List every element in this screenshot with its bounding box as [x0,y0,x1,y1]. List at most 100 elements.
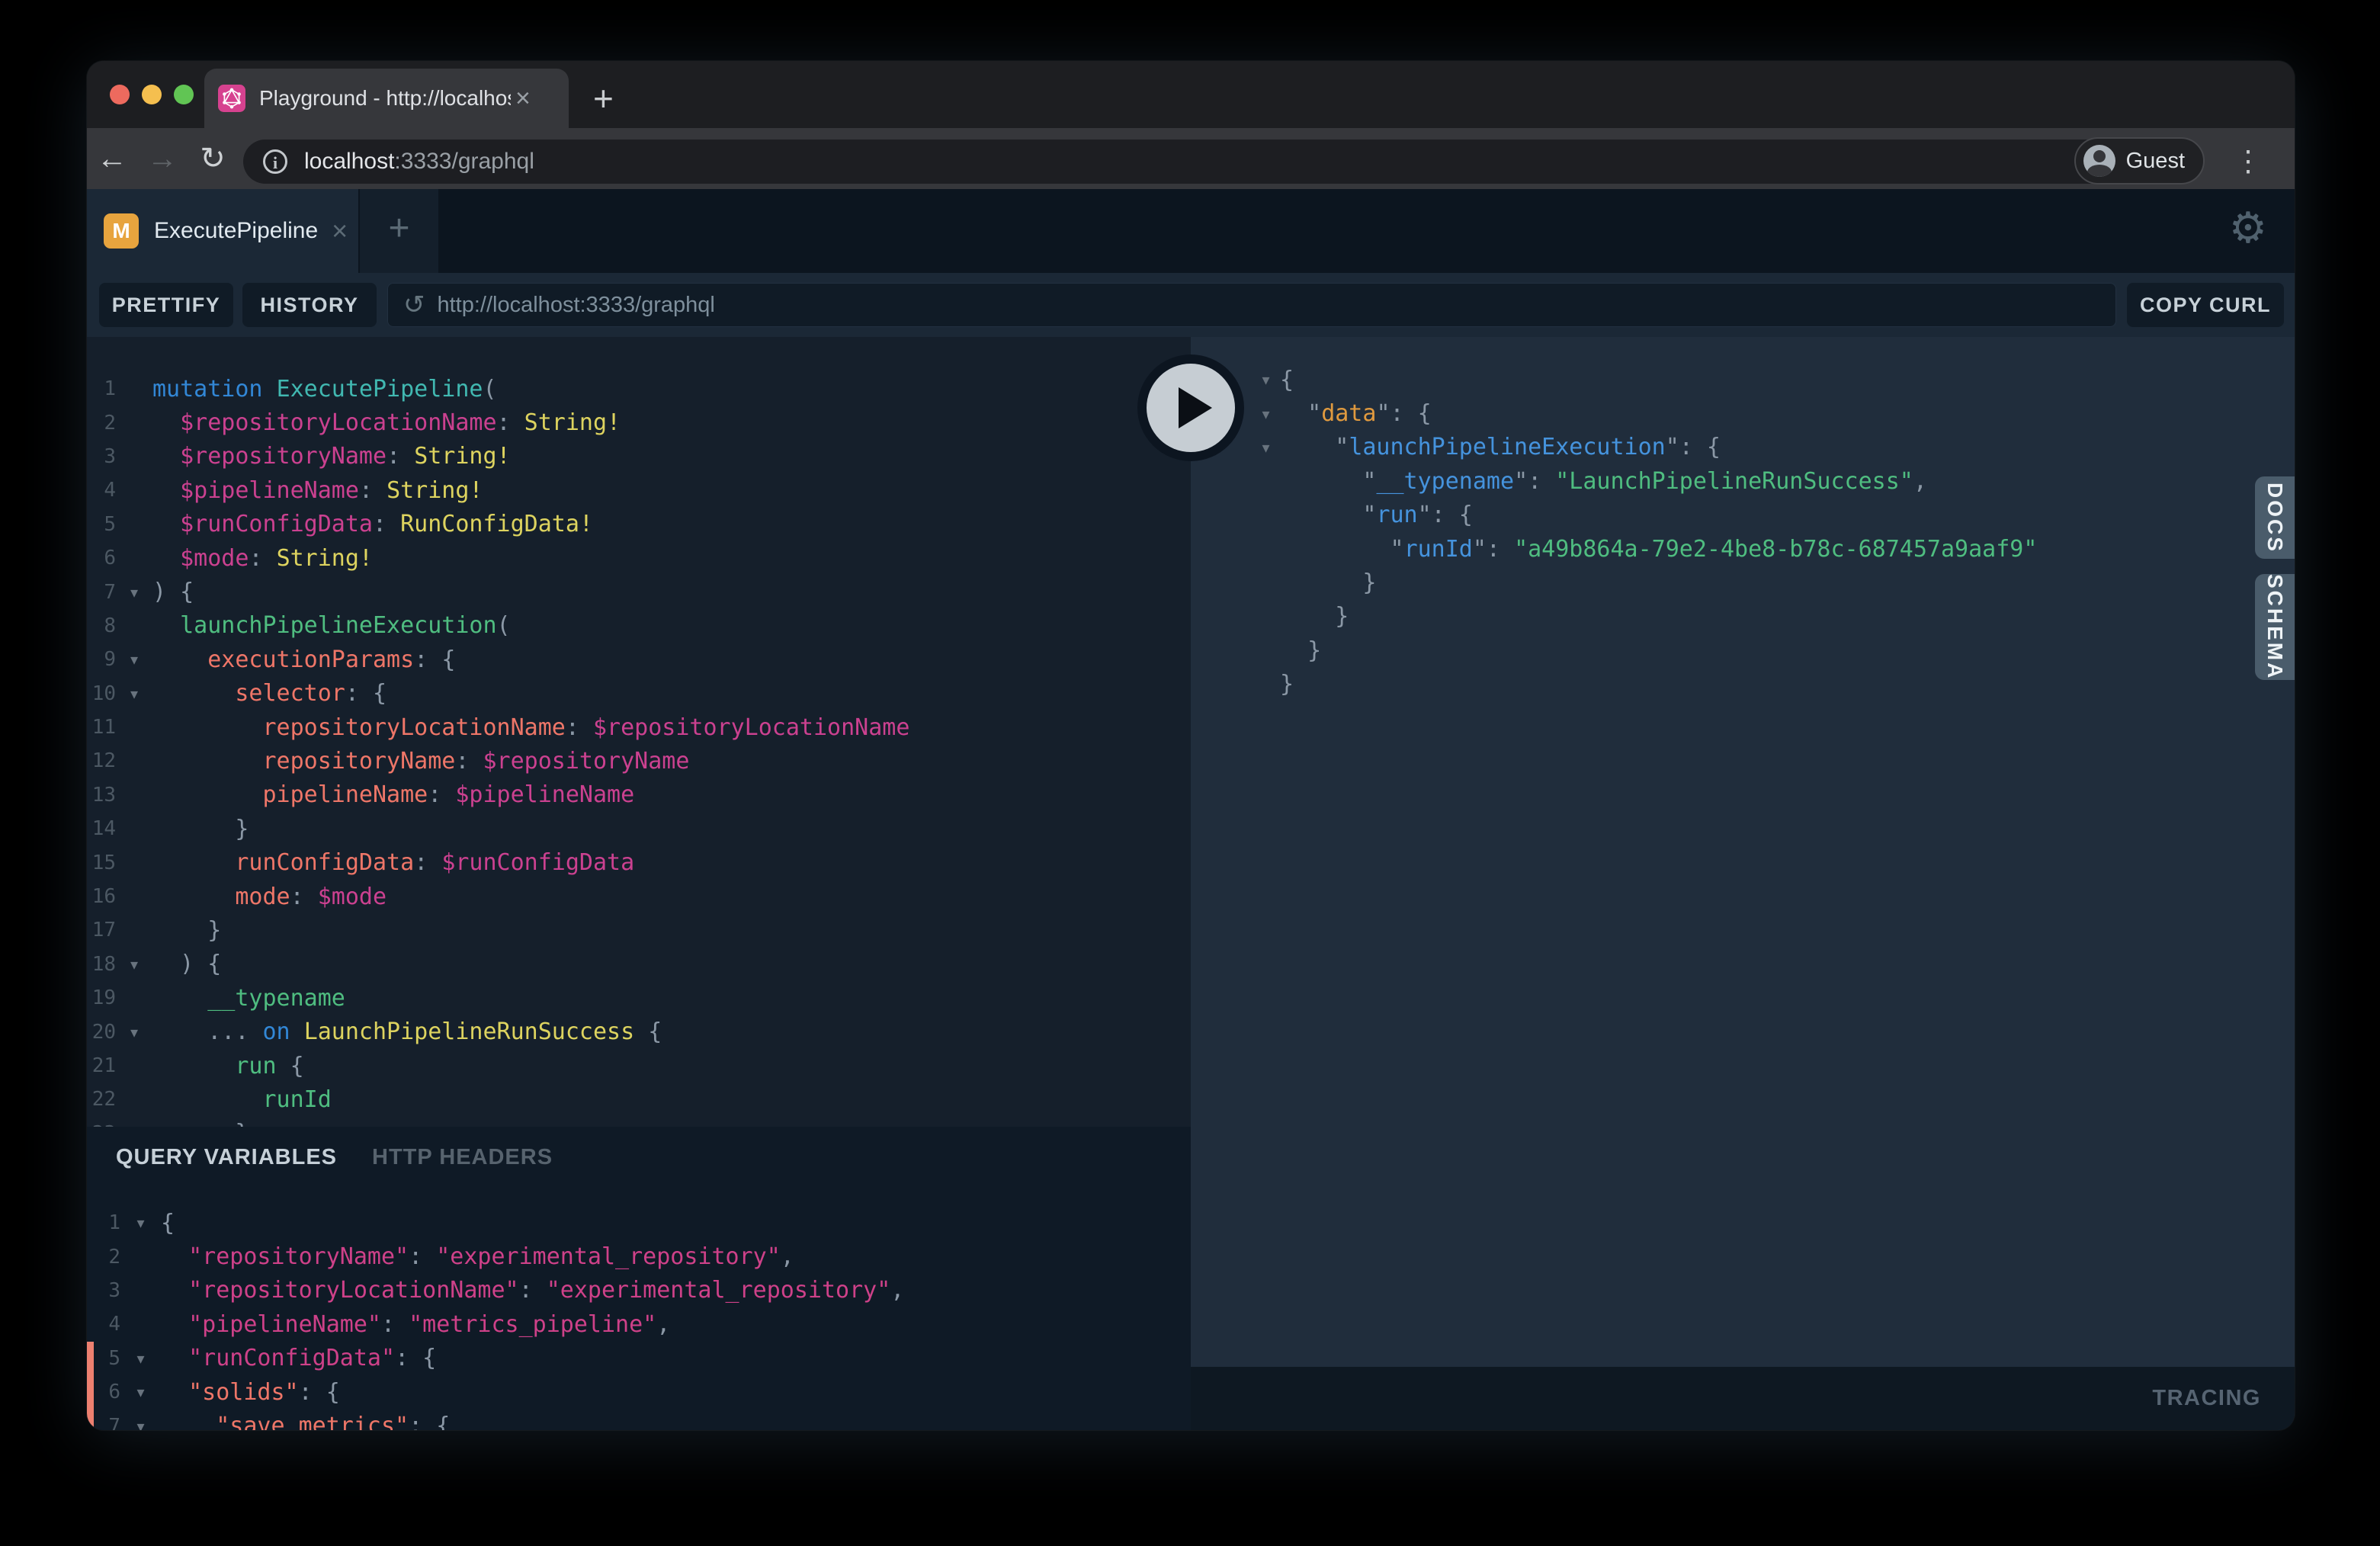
fold-arrow-icon[interactable]: ▾ [1252,370,1280,389]
code-text: $pipelineName: String! [152,477,483,504]
code-line: 1▾{ [87,1206,1191,1240]
line-number: 13 [87,784,116,807]
fold-arrow-icon[interactable]: ▾ [116,955,152,973]
code-text: } [152,917,221,944]
prettify-button[interactable]: PRETTIFY [99,283,233,327]
line-number: 9 [87,648,116,671]
variables-panel[interactable]: QUERY VARIABLES HTTP HEADERS 1▾{2 "repos… [87,1127,1191,1430]
address-bar[interactable]: i localhost:3333/graphql [243,140,2112,184]
code-line: 11 repositoryLocationName: $repositoryLo… [87,710,1191,744]
code-text: $repositoryLocationName: String! [152,409,621,436]
code-text: selector: { [152,680,387,707]
code-line: 16 mode: $mode [87,880,1191,913]
code-text: ) { [152,951,221,977]
code-line: 2 "repositoryName": "experimental_reposi… [87,1240,1191,1273]
code-line: "__typename": "LaunchPipelineRunSuccess"… [1191,464,2295,498]
line-number: 3 [87,445,116,468]
reload-icon[interactable]: ↻ [188,141,238,176]
new-tab-button[interactable]: + [593,78,614,119]
history-button[interactable]: HISTORY [242,283,377,327]
new-session-button[interactable]: + [360,189,438,273]
browser-toolbar: ← → ↻ i localhost:3333/graphql Guest ⋮ [87,128,2295,189]
back-icon[interactable]: ← [87,142,137,176]
code-line: "runId": "a49b864a-79e2-4be8-b78c-687457… [1191,532,2295,566]
code-line: 21 run { [87,1049,1191,1083]
tab-close-icon[interactable]: × [515,85,531,111]
code-text: "save_metrics": { [161,1413,450,1430]
code-line: 19 __typename [87,981,1191,1015]
fold-arrow-icon[interactable]: ▾ [116,650,152,669]
settings-gear-icon[interactable]: ⚙ [2229,206,2267,252]
url-host: localhost [304,149,394,174]
code-line: } [1191,566,2295,599]
execute-button[interactable] [1137,354,1244,461]
tab-query-variables[interactable]: QUERY VARIABLES [116,1145,337,1170]
code-text: repositoryLocationName: $repositoryLocat… [152,714,909,741]
tab-http-headers[interactable]: HTTP HEADERS [372,1145,553,1170]
code-text: executionParams: { [152,646,455,673]
endpoint-input[interactable] [438,293,2038,318]
traffic-lights [110,85,194,104]
code-line: 18▾ ) { [87,948,1191,981]
code-line: 8 launchPipelineExecution( [87,609,1191,643]
code-line: } [1191,633,2295,667]
code-text: { [161,1210,175,1236]
code-text: runId [152,1086,332,1113]
code-line: } [1191,600,2295,633]
code-text: mode: $mode [152,884,387,910]
code-text: ) { [152,579,194,605]
minimize-window-button[interactable] [142,85,162,104]
line-number: 20 [87,1021,116,1044]
fold-arrow-icon[interactable]: ▾ [1252,405,1280,423]
fold-arrow-icon[interactable]: ▾ [120,1417,161,1430]
schema-side-tab[interactable]: SCHEMA [2255,574,2295,680]
session-tab-executepipeline[interactable]: M ExecutePipeline × [87,189,358,273]
code-text: runConfigData: $runConfigData [152,849,634,876]
mutation-badge: M [104,213,139,249]
url-text: localhost:3333/graphql [304,149,534,175]
execute-button-inner [1147,364,1235,452]
docs-side-tab[interactable]: DOCS [2255,476,2295,559]
close-window-button[interactable] [110,85,130,104]
line-number: 11 [87,716,116,739]
zoom-window-button[interactable] [174,85,194,104]
fold-arrow-icon[interactable]: ▾ [116,583,152,601]
lint-marker [87,1375,94,1409]
site-info-icon[interactable]: i [263,149,287,174]
session-close-icon[interactable]: × [332,217,348,245]
forward-icon: → [137,142,188,176]
code-text: "runId": "a49b864a-79e2-4be8-b78c-687457… [1280,536,2037,563]
code-line: 1 mutation ExecutePipeline( [87,372,1191,406]
query-editor[interactable]: 1mutation ExecutePipeline(2 $repositoryL… [87,337,1191,1127]
fold-arrow-icon[interactable]: ▾ [116,685,152,703]
browser-window: Playground - http://localhost:3 × + ← → … [87,61,2295,1430]
line-number: 1 [87,377,116,400]
play-icon [1179,387,1212,428]
code-line: "run": { [1191,499,2295,532]
code-text: run { [152,1053,304,1079]
variables-header: QUERY VARIABLES HTTP HEADERS [116,1145,553,1170]
avatar-icon [2083,145,2115,177]
tracing-toggle[interactable]: TRACING [2152,1386,2261,1411]
copy-curl-button[interactable]: COPY CURL [2127,283,2284,327]
browser-menu-icon[interactable]: ⋮ [2234,146,2263,177]
line-number: 3 [87,1279,120,1302]
fold-arrow-icon[interactable]: ▾ [120,1349,161,1368]
fold-arrow-icon[interactable]: ▾ [120,1214,161,1232]
fold-arrow-icon[interactable]: ▾ [116,1023,152,1041]
code-line: 3 "repositoryLocationName": "experimenta… [87,1274,1191,1307]
code-line: 14 } [87,812,1191,845]
line-number: 4 [87,479,116,502]
code-line: 22 runId [87,1083,1191,1116]
endpoint-history-icon[interactable]: ↺ [403,290,425,320]
fold-arrow-icon[interactable]: ▾ [1252,438,1280,457]
graphql-playground: M ExecutePipeline × + ⚙ PRETTIFY HISTORY… [87,189,2295,1430]
fold-arrow-icon[interactable]: ▾ [120,1383,161,1401]
profile-button[interactable]: Guest [2074,137,2205,184]
code-text: mutation ExecutePipeline( [152,376,497,403]
browser-tab[interactable]: Playground - http://localhost:3 × [204,69,569,128]
code-line: 4 $pipelineName: String! [87,473,1191,507]
line-number: 7 [87,581,116,604]
code-text: launchPipelineExecution( [152,612,511,639]
code-line: 5 $runConfigData: RunConfigData! [87,508,1191,541]
